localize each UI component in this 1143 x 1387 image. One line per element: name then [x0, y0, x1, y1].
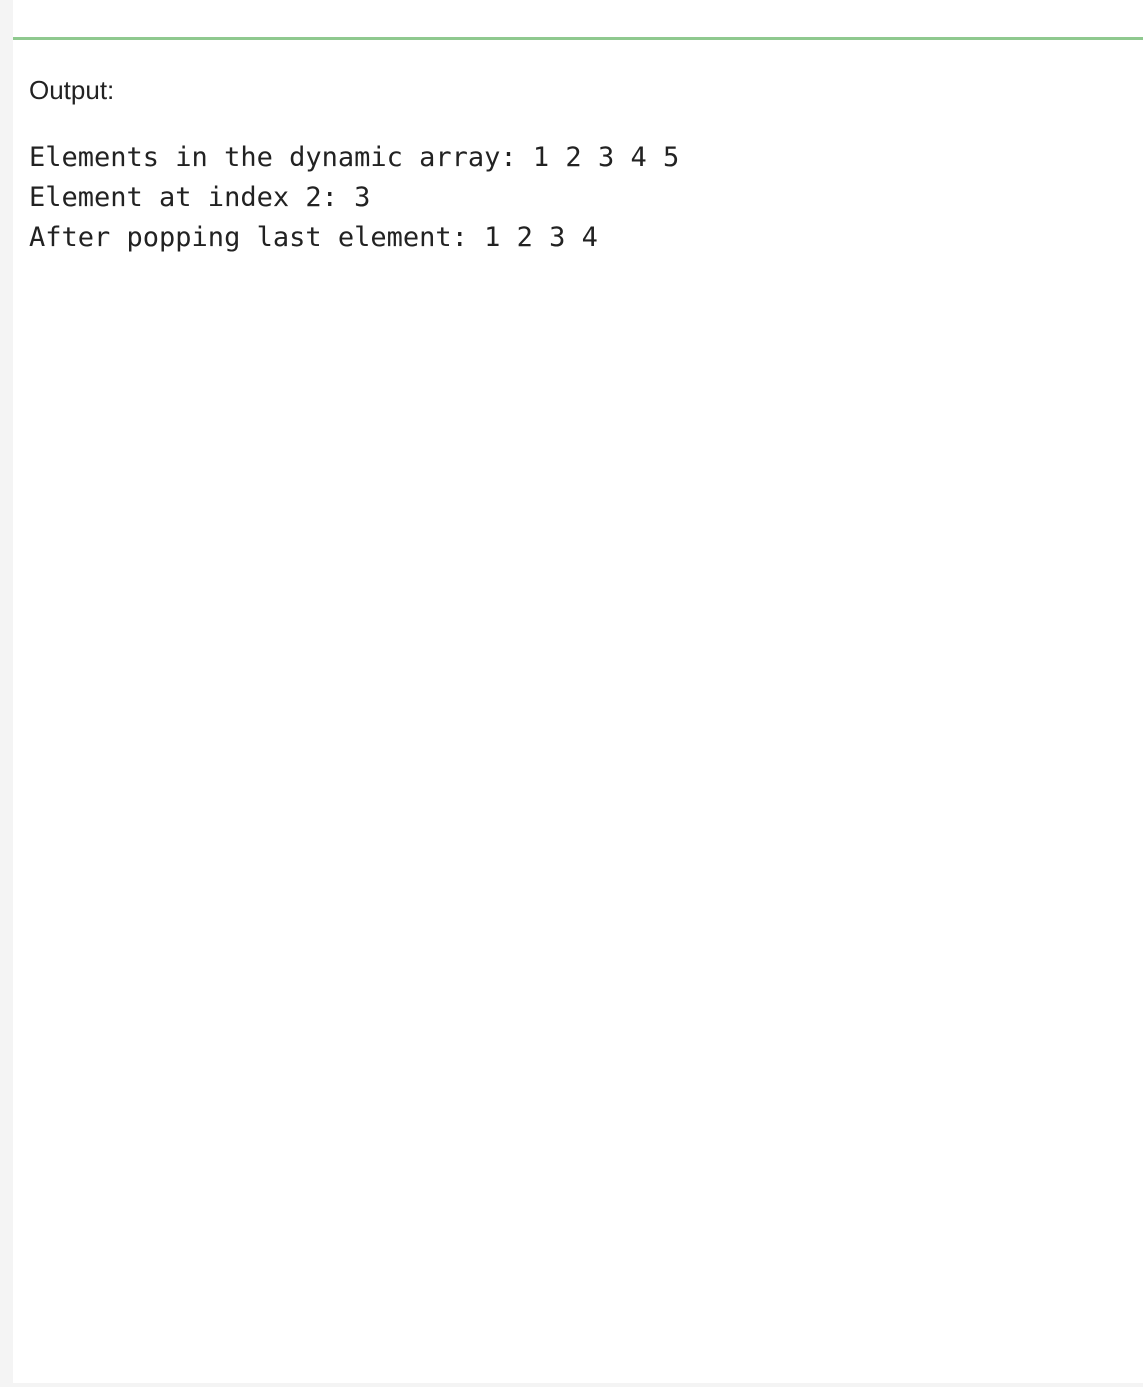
output-line-3: After popping last element: 1 2 3 4: [29, 222, 598, 253]
output-line-2: Element at index 2: 3: [29, 182, 371, 213]
content-panel: Output: Elements in the dynamic array: 1…: [13, 0, 1143, 1383]
section-divider: [13, 37, 1143, 40]
output-line-1: Elements in the dynamic array: 1 2 3 4 5: [29, 142, 680, 173]
output-label: Output:: [29, 75, 115, 105]
output-text-block: Elements in the dynamic array: 1 2 3 4 5…: [29, 138, 679, 258]
page: Output: Elements in the dynamic array: 1…: [0, 0, 1143, 1387]
